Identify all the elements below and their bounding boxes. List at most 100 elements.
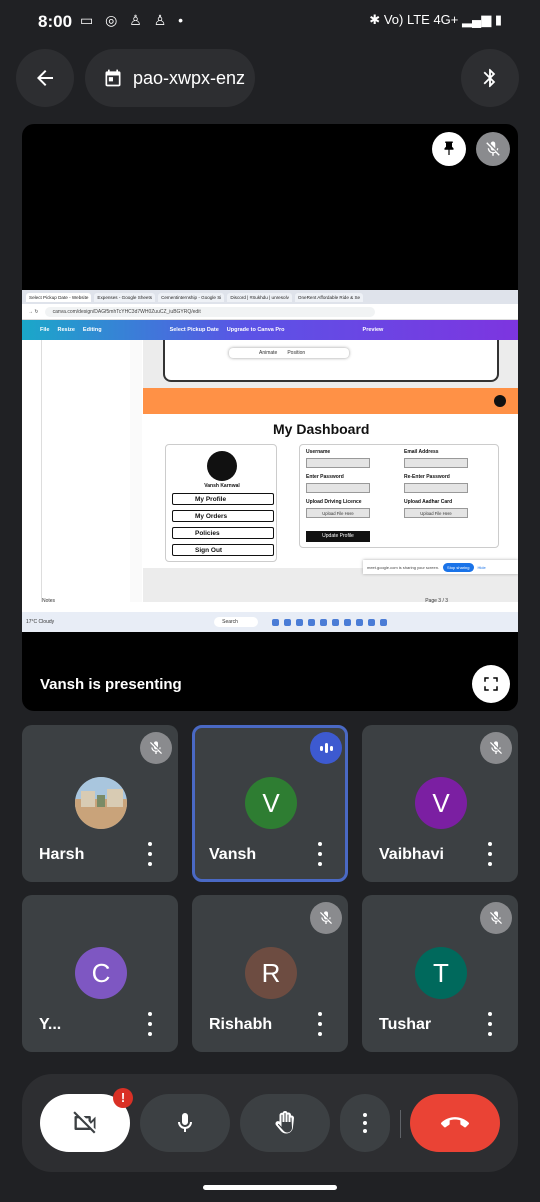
participant-avatar: C <box>75 947 127 999</box>
dot-icon: • <box>178 12 188 28</box>
participant-tile[interactable]: Harsh <box>22 725 178 882</box>
participant-name: Y... <box>39 1016 62 1033</box>
back-button[interactable] <box>16 49 74 107</box>
profile-user-name: Vansh Karnwal <box>204 483 240 489</box>
participant-more-button[interactable] <box>310 842 330 866</box>
nav-arrows-icon: → ↻ <box>28 308 39 315</box>
mic-off-icon <box>320 911 332 924</box>
canva-panel <box>130 340 142 602</box>
camera-off-icon <box>73 1111 96 1134</box>
canva-menu-item: Upgrade to Canva Pro <box>226 327 285 333</box>
browser-tab: Expenses - Google Sheets <box>94 292 156 302</box>
form-input <box>306 483 370 493</box>
taskbar-apps <box>271 618 387 626</box>
canva-menu-item: File <box>40 327 50 333</box>
form-input <box>404 458 468 468</box>
participant-tile[interactable]: V Vansh <box>192 725 348 882</box>
participant-more-button[interactable] <box>480 842 500 866</box>
participant-name: Vaibhavi <box>379 846 444 863</box>
canva-menu-item: Resize <box>57 327 75 333</box>
arrow-left-icon <box>37 70 53 86</box>
camera-warning-badge: ! <box>113 1088 133 1108</box>
participant-muted-indicator <box>480 732 512 764</box>
video-icon: ▭ <box>80 12 98 28</box>
presentation-tile[interactable]: Select Pickup Date - Website Expenses - … <box>22 124 518 711</box>
participant-muted-indicator <box>310 902 342 934</box>
participant-tile[interactable]: V Vaibhavi <box>362 725 518 882</box>
mic-off-icon <box>486 141 500 156</box>
canva-sidebar <box>22 340 42 602</box>
network-label: Vo) LTE 4G+ <box>383 12 459 27</box>
participant-more-button[interactable] <box>140 842 160 866</box>
form-label: Enter Password <box>306 474 344 480</box>
participant-more-button[interactable] <box>140 1012 160 1036</box>
weather-widget: 17°C Cloudy <box>26 619 55 625</box>
form-input <box>306 458 370 468</box>
form-label: Re-Enter Password <box>404 474 450 480</box>
home-indicator[interactable] <box>203 1185 337 1190</box>
canva-menubar: File Resize Editing Select Pickup Date U… <box>22 320 518 340</box>
call-controls: ! <box>22 1074 518 1172</box>
presenter-muted-indicator <box>476 132 510 166</box>
meeting-code-pill[interactable]: pao-xwpx-enz <box>85 49 255 107</box>
more-vert-icon <box>363 1113 367 1133</box>
end-call-button[interactable] <box>410 1094 500 1152</box>
stop-sharing-button: Stop sharing <box>443 562 474 572</box>
browser-tabbar: Select Pickup Date - Website Expenses - … <box>22 290 518 304</box>
participant-more-button[interactable] <box>310 1012 330 1036</box>
participant-avatar: T <box>415 947 467 999</box>
participant-name: Vansh <box>209 846 257 863</box>
meeting-code: pao-xwpx-enz <box>133 67 246 88</box>
form-label: Email Address <box>404 449 439 455</box>
user-icon <box>494 395 506 407</box>
form-input <box>404 483 468 493</box>
share-notice-text: meet.google.com is sharing your screen. <box>367 564 440 570</box>
mic-off-icon <box>490 741 502 754</box>
microphone-icon <box>178 1113 192 1132</box>
microphone-button[interactable] <box>140 1094 230 1152</box>
menu-sign-out: Sign Out <box>172 544 274 556</box>
battery-icon: ▮ <box>494 12 502 27</box>
participant-avatar: V <box>415 777 467 829</box>
control-divider <box>400 1110 401 1138</box>
canva-menu-item: Select Pickup Date <box>169 327 219 333</box>
browser-tab: Discord | #Sukhdu | unresolv <box>227 292 292 302</box>
signal-icon: ▂▄▆ <box>462 12 492 27</box>
raise-hand-button[interactable] <box>240 1094 330 1152</box>
profile-card: Vansh Karnwal My Profile My Orders Polic… <box>165 444 277 562</box>
browser-urlbar: → ↻ canva.com/design/DAGf5mhTcYHC3d7WH0Z… <box>22 304 518 320</box>
participant-tile[interactable]: T Tushar <box>362 895 518 1052</box>
canva-canvas: Animate Position My Dashboard Vansh Karn… <box>143 340 518 602</box>
raise-hand-icon <box>275 1111 294 1134</box>
mic-off-icon <box>490 911 502 924</box>
dashboard-header-bar <box>143 388 518 414</box>
participant-tile[interactable]: C Y... <box>22 895 178 1052</box>
toolbar-item: Position <box>287 350 306 356</box>
upload-box: Upload File Here <box>404 508 468 518</box>
bluetooth-vibrate-icon: ✱ <box>369 12 381 27</box>
canva-notes: Notes <box>42 598 56 604</box>
whatsapp-icon: ◎ <box>105 12 122 28</box>
upload-box: Upload File Here <box>306 508 370 518</box>
browser-tab: Select Pickup Date - Website <box>26 292 92 302</box>
bluetooth-audio-button[interactable] <box>461 49 519 107</box>
fullscreen-button[interactable] <box>472 665 510 703</box>
participant-more-button[interactable] <box>480 1012 500 1036</box>
participant-name: Tushar <box>379 1016 432 1033</box>
speaking-indicator <box>310 732 342 764</box>
taskbar-search: Search <box>214 617 258 627</box>
participant-photo <box>75 777 127 829</box>
camera-toggle-button[interactable]: ! <box>40 1088 133 1152</box>
more-options-button[interactable] <box>340 1094 390 1152</box>
participant-tile[interactable]: R Rishabh <box>192 895 348 1052</box>
status-time: 8:00 <box>38 12 73 31</box>
notification-icons: ▭ ◎ ♙ ♙ • <box>80 12 187 29</box>
hide-button: Hide <box>477 564 486 570</box>
update-profile-button: Update Profile <box>306 531 370 542</box>
status-bar: 8:00 ▭ ◎ ♙ ♙ • ✱ Vo) LTE 4G+ ▂▄▆ ▮ <box>0 0 540 44</box>
profile-form: Username Email Address Enter Password Re… <box>299 444 499 548</box>
pin-button[interactable] <box>432 132 466 166</box>
form-label: Username <box>306 449 331 455</box>
form-label: Upload Aadhar Card <box>404 499 453 505</box>
browser-tab: OneRent Affordable Ride & Se <box>294 292 364 302</box>
